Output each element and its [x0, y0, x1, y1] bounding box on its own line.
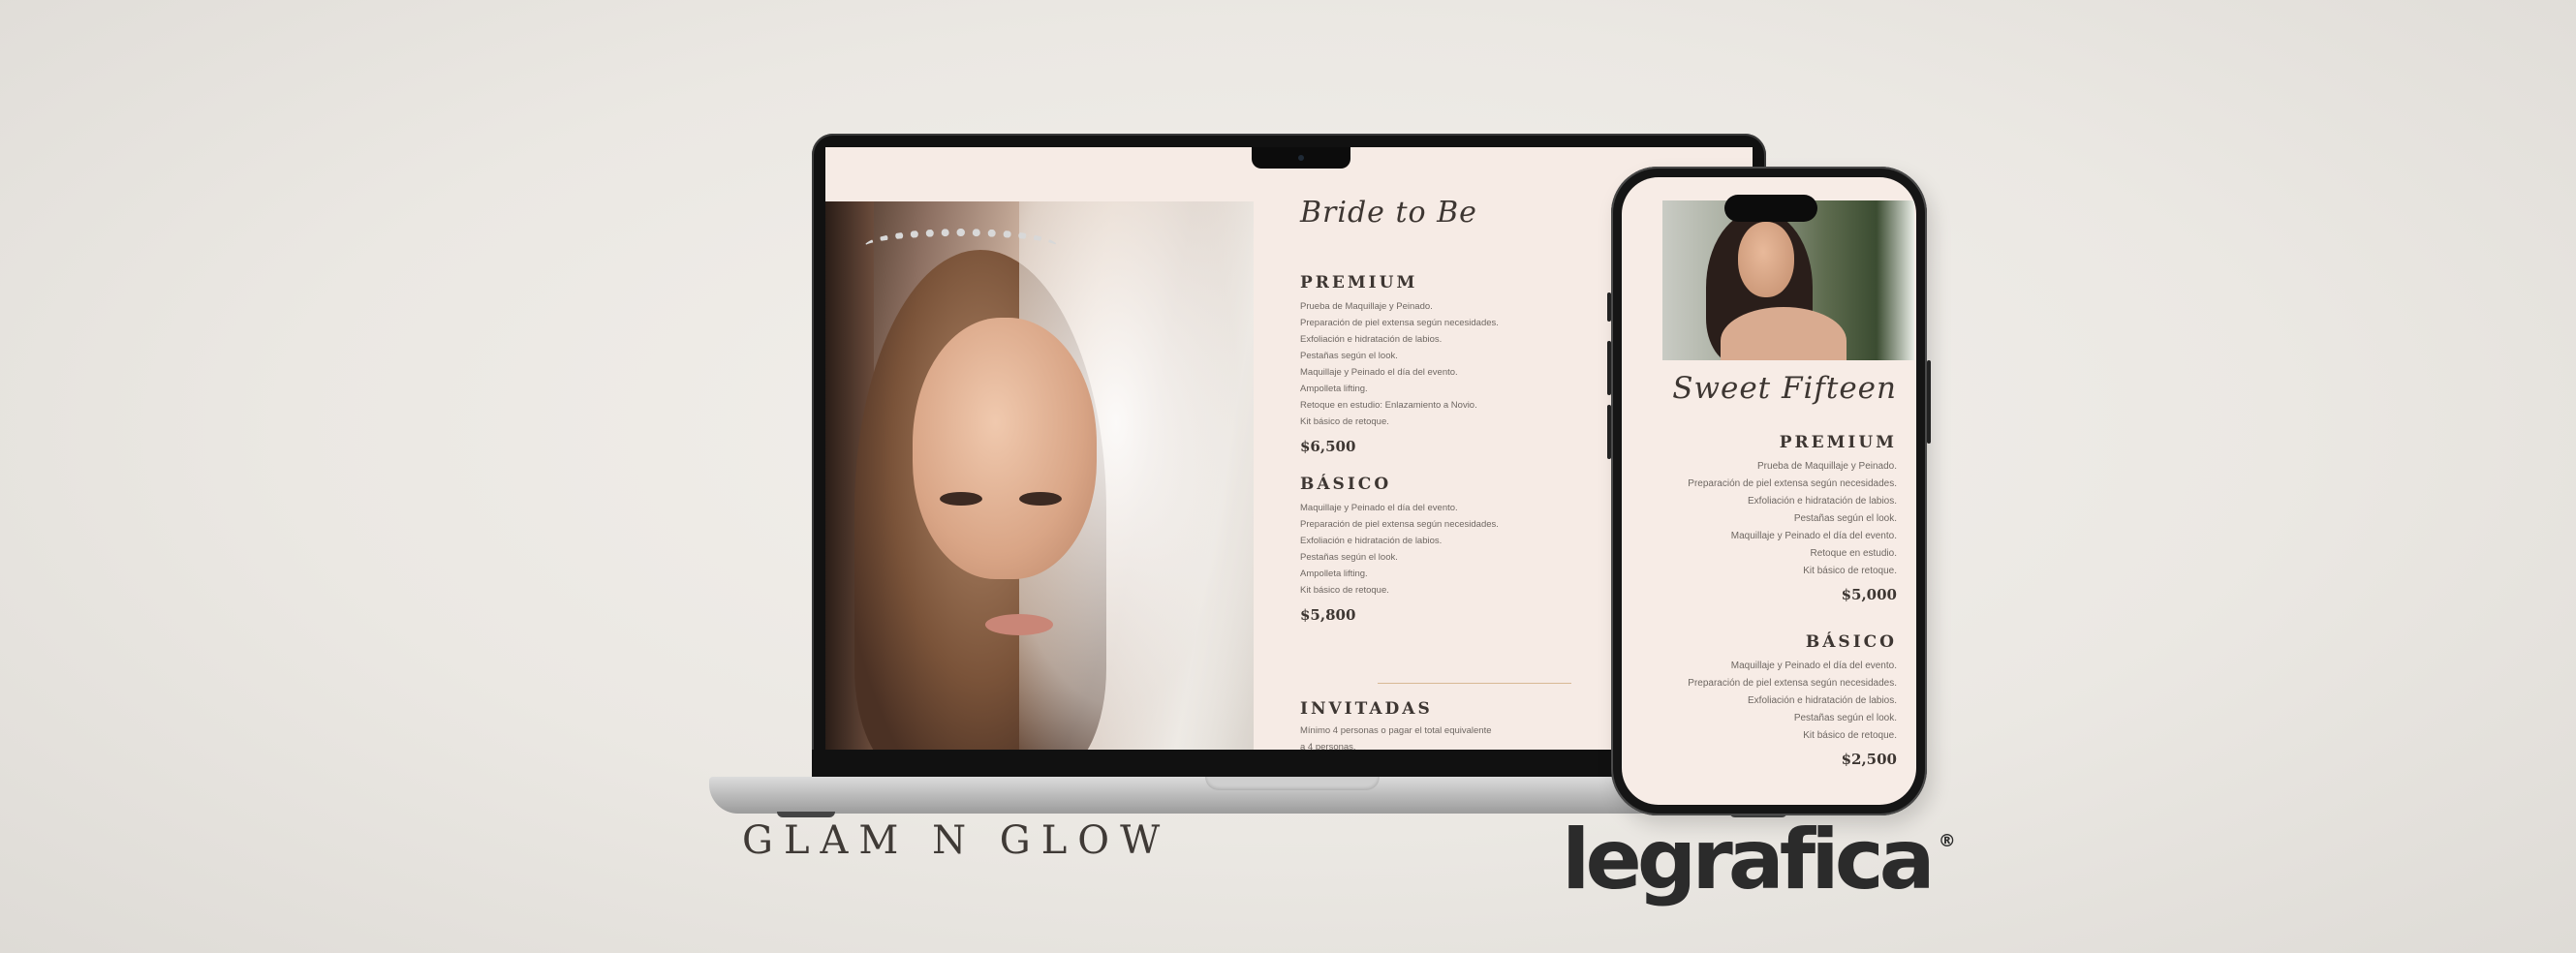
page-title: Bride to Be — [1300, 196, 1477, 230]
package-item: Maquillaje y Peinado el día del evento. — [1300, 503, 1458, 513]
package-item: Kit básico de retoque. — [1300, 585, 1389, 596]
package-item: Prueba de Maquillaje y Peinado. — [1757, 461, 1897, 472]
package-item: Preparación de piel extensa según necesi… — [1300, 519, 1499, 530]
divider-line — [1378, 683, 1571, 684]
bride-photo — [825, 201, 1254, 755]
page-title: Sweet Fifteen — [1672, 371, 1897, 406]
phone-mockup: Sweet Fifteen PREMIUM Prueba de Maquilla… — [1607, 167, 1931, 815]
package-premium: PREMIUM Prueba de Maquillaje y Peinado. … — [1688, 433, 1897, 603]
package-item: Pestañas según el look. — [1793, 513, 1897, 524]
package-price: $5,000 — [1841, 586, 1897, 603]
registered-mark: ® — [1938, 831, 1956, 851]
quinceanera-photo — [1662, 200, 1914, 360]
package-item: Pestañas según el look. — [1300, 351, 1398, 361]
package-item: Ampolleta lifting. — [1300, 569, 1368, 579]
package-title: BÁSICO — [1300, 475, 1392, 494]
package-item: Exfoliación e hidratación de labios. — [1300, 536, 1443, 546]
package-price: $5,800 — [1300, 606, 1356, 624]
camera-notch — [1252, 147, 1350, 169]
phone-screen: Sweet Fifteen PREMIUM Prueba de Maquilla… — [1622, 177, 1916, 805]
package-title: PREMIUM — [1779, 433, 1897, 452]
package-item: Preparación de piel extensa según necesi… — [1688, 478, 1897, 489]
package-item: Kit básico de retoque. — [1803, 566, 1897, 576]
package-basico: BÁSICO Maquillaje y Peinado el día del e… — [1688, 632, 1897, 768]
package-item: Maquillaje y Peinado el día del evento. — [1730, 661, 1897, 671]
package-title: BÁSICO — [1805, 632, 1897, 652]
brand-caption: GLAM N GLOW — [742, 818, 1171, 863]
package-item: Preparación de piel extensa según necesi… — [1300, 318, 1499, 328]
package-price: $2,500 — [1841, 751, 1897, 768]
package-item: Pestañas según el look. — [1793, 713, 1897, 723]
package-item: Pestañas según el look. — [1300, 552, 1398, 563]
package-item: Maquillaje y Peinado el día del evento. — [1300, 367, 1458, 378]
package-price: $6,500 — [1300, 438, 1356, 455]
package-item: Maquillaje y Peinado el día del evento. — [1730, 531, 1897, 541]
package-item: Exfoliación e hidratación de labios. — [1748, 496, 1897, 507]
package-item: Kit básico de retoque. — [1300, 416, 1389, 427]
package-item: Kit básico de retoque. — [1803, 730, 1897, 741]
dynamic-island — [1724, 195, 1817, 222]
package-item: Preparación de piel extensa según necesi… — [1688, 678, 1897, 689]
package-item: Exfoliación e hidratación de labios. — [1748, 695, 1897, 706]
phone-page-title-wrap: Sweet Fifteen — [1672, 371, 1897, 406]
package-invitadas: INVITADAS Mínimo 4 personas o pagar el t… — [1300, 699, 1492, 755]
package-item: Mínimo 4 personas o pagar el total equiv… — [1300, 725, 1492, 736]
package-title: PREMIUM — [1300, 273, 1418, 292]
package-title: INVITADAS — [1300, 699, 1433, 719]
package-item: Prueba de Maquillaje y Peinado. — [1300, 301, 1433, 312]
package-premium: PREMIUM Prueba de Maquillaje y Peinado. … — [1300, 273, 1499, 455]
package-item: Retoque en estudio: Enlazamiento a Novio… — [1300, 400, 1477, 411]
package-basico: BÁSICO Maquillaje y Peinado el día del e… — [1300, 475, 1499, 624]
package-item: Exfoliación e hidratación de labios. — [1300, 334, 1443, 345]
package-item: Retoque en estudio. — [1810, 548, 1897, 559]
legrafica-logo: legrafica ® — [1562, 812, 1956, 908]
package-item: Ampolleta lifting. — [1300, 384, 1368, 394]
logo-text: legrafica — [1562, 812, 1936, 908]
